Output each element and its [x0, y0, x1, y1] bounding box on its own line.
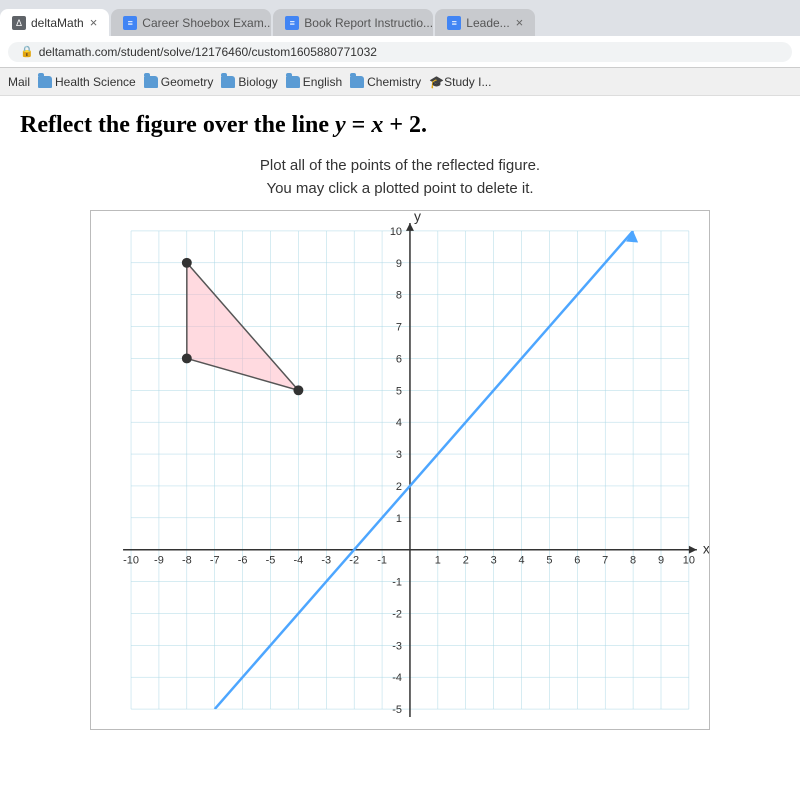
svg-text:1: 1	[435, 555, 441, 567]
vertex-c[interactable]	[293, 385, 303, 395]
browser-chrome: Δ deltaMath × ≡ Career Shoebox Exam... ×…	[0, 0, 800, 96]
bookmarks-bar: Mail Health Science Geometry Biology Eng…	[0, 68, 800, 96]
svg-text:9: 9	[658, 555, 664, 567]
svg-text:9: 9	[396, 258, 402, 270]
english-folder-icon	[286, 76, 300, 88]
bookmark-biology[interactable]: Biology	[221, 75, 277, 89]
bookmark-mail[interactable]: Mail	[8, 75, 30, 89]
svg-text:-3: -3	[321, 555, 331, 567]
address-text: deltamath.com/student/solve/12176460/cus…	[39, 45, 377, 59]
svg-text:4: 4	[396, 417, 402, 429]
bookmark-health[interactable]: Health Science	[38, 75, 136, 89]
bookmark-mail-label: Mail	[8, 75, 30, 89]
svg-text:6: 6	[396, 353, 402, 365]
instructions: Plot all of the points of the reflected …	[20, 155, 780, 200]
svg-text:7: 7	[602, 555, 608, 567]
svg-text:8: 8	[396, 290, 402, 302]
bookmark-geometry[interactable]: Geometry	[144, 75, 214, 89]
health-folder-icon	[38, 76, 52, 88]
bookmark-study[interactable]: 🎓 Study I...	[429, 75, 491, 89]
address-bar-row: 🔒 deltamath.com/student/solve/12176460/c…	[0, 36, 800, 68]
bookmark-english-label: English	[303, 75, 342, 89]
svg-text:-2: -2	[349, 555, 359, 567]
svg-text:-1: -1	[392, 577, 402, 589]
svg-text:1: 1	[396, 513, 402, 525]
svg-text:-4: -4	[392, 672, 402, 684]
tab-career[interactable]: ≡ Career Shoebox Exam... ×	[111, 9, 271, 36]
svg-text:8: 8	[630, 555, 636, 567]
svg-text:6: 6	[574, 555, 580, 567]
tab-bookreport-label: Book Report Instructio...	[304, 16, 433, 30]
tab-career-label: Career Shoebox Exam...	[142, 16, 271, 30]
svg-text:10: 10	[390, 226, 402, 238]
svg-text:4: 4	[518, 555, 524, 567]
svg-text:2: 2	[396, 481, 402, 493]
svg-text:-7: -7	[210, 555, 220, 567]
tab-close-leader[interactable]: ×	[516, 15, 524, 30]
geometry-folder-icon	[144, 76, 158, 88]
bookmark-english[interactable]: English	[286, 75, 342, 89]
svg-text:-4: -4	[294, 555, 304, 567]
tab-close-deltamath[interactable]: ×	[90, 15, 98, 30]
svg-text:-5: -5	[266, 555, 276, 567]
svg-text:-6: -6	[238, 555, 248, 567]
tab-bar: Δ deltaMath × ≡ Career Shoebox Exam... ×…	[0, 0, 800, 36]
svg-text:2: 2	[463, 555, 469, 567]
tab-deltamath-label: deltaMath	[31, 16, 84, 30]
bookmark-biology-label: Biology	[238, 75, 277, 89]
math-x: x	[371, 112, 383, 138]
biology-folder-icon	[221, 76, 235, 88]
svg-text:-9: -9	[154, 555, 164, 567]
chemistry-folder-icon	[350, 76, 364, 88]
deltamath-tab-icon: Δ	[12, 16, 26, 30]
instruction-line1: Plot all of the points of the reflected …	[20, 155, 780, 178]
career-tab-icon: ≡	[123, 16, 137, 30]
svg-text:3: 3	[396, 449, 402, 461]
leader-tab-icon: ≡	[447, 16, 461, 30]
problem-title: Reflect the figure over the line y = x +…	[20, 112, 780, 139]
tab-leader[interactable]: ≡ Leade... ×	[435, 9, 535, 36]
bookmark-health-label: Health Science	[55, 75, 136, 89]
svg-text:-8: -8	[182, 555, 192, 567]
page-content: Reflect the figure over the line y = x +…	[0, 96, 800, 800]
tab-bookreport[interactable]: ≡ Book Report Instructio... ×	[273, 9, 433, 36]
math-equation: y	[335, 112, 346, 138]
svg-text:10: 10	[683, 555, 695, 567]
x-axis-label: x	[703, 541, 709, 557]
bookreport-tab-icon: ≡	[285, 16, 299, 30]
study-icon: 🎓	[429, 75, 444, 89]
lock-icon: 🔒	[20, 45, 34, 58]
instruction-line2: You may click a plotted point to delete …	[20, 178, 780, 201]
tab-leader-label: Leade...	[466, 16, 509, 30]
svg-text:5: 5	[546, 555, 552, 567]
bookmark-geometry-label: Geometry	[161, 75, 214, 89]
tab-deltamath[interactable]: Δ deltaMath ×	[0, 9, 109, 36]
graph-container[interactable]: x y -10 -9 -8 -7 -6 -5 -4 -3 -2 -1 1 2 3…	[90, 210, 710, 730]
bookmark-chemistry[interactable]: Chemistry	[350, 75, 421, 89]
svg-text:5: 5	[396, 385, 402, 397]
vertex-a[interactable]	[182, 258, 192, 268]
svg-text:-1: -1	[377, 555, 387, 567]
address-bar[interactable]: 🔒 deltamath.com/student/solve/12176460/c…	[8, 42, 792, 62]
graph-svg[interactable]: x y -10 -9 -8 -7 -6 -5 -4 -3 -2 -1 1 2 3…	[91, 211, 709, 729]
svg-text:7: 7	[396, 322, 402, 334]
vertex-b[interactable]	[182, 353, 192, 363]
svg-text:-5: -5	[392, 704, 402, 716]
bookmark-study-label: Study I...	[444, 75, 491, 89]
svg-text:-3: -3	[392, 640, 402, 652]
bookmark-chemistry-label: Chemistry	[367, 75, 421, 89]
y-axis-label: y	[414, 211, 421, 224]
svg-text:3: 3	[491, 555, 497, 567]
svg-text:-2: -2	[392, 608, 402, 620]
svg-text:-10: -10	[123, 555, 139, 567]
